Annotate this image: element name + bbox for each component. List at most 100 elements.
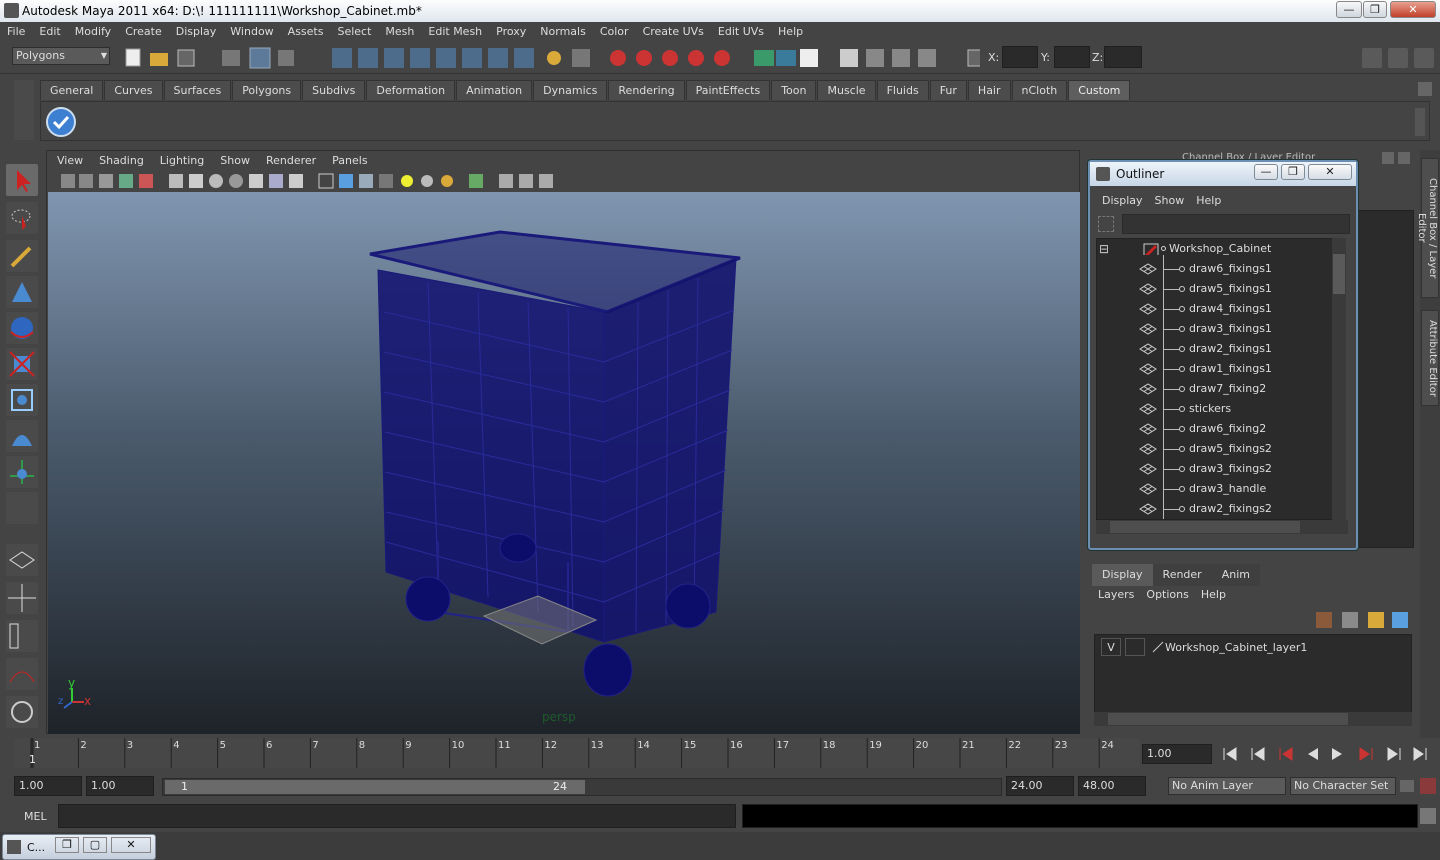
x-field[interactable] bbox=[1002, 46, 1038, 68]
time-slider[interactable]: 1 2 3 4 5 6 7 8 9 10 11 12 13 14 15 16 17 18 19 20 21 22 23 24 … bbox=[14, 738, 1140, 768]
layer-tab-render[interactable]: Render bbox=[1152, 564, 1212, 586]
outliner-item-row[interactable]: draw6_fixings1 bbox=[1097, 259, 1341, 279]
viewport-menu-lighting[interactable]: Lighting bbox=[152, 152, 212, 170]
outliner-item-row[interactable]: draw3_fixings1 bbox=[1097, 319, 1341, 339]
shelf-tab-painteffects[interactable]: PaintEffects bbox=[685, 80, 771, 100]
new-layer-icon[interactable] bbox=[1368, 612, 1384, 628]
menu-display[interactable]: Display bbox=[169, 22, 224, 42]
menu-assets[interactable]: Assets bbox=[281, 22, 331, 42]
outliner-close-button[interactable]: ✕ bbox=[1308, 164, 1352, 180]
shelf-tab-fluids[interactable]: Fluids bbox=[876, 80, 929, 100]
outliner-item-row[interactable]: stickers bbox=[1097, 399, 1341, 419]
range-slider[interactable]: 1 24 bbox=[162, 778, 1002, 796]
shelf-tab-surfaces[interactable]: Surfaces bbox=[163, 80, 232, 100]
shelf-tab-curves[interactable]: Curves bbox=[104, 80, 163, 100]
range-slider-handle[interactable] bbox=[165, 780, 585, 794]
outliner-horizontal-scrollbar[interactable] bbox=[1096, 520, 1348, 534]
layer-color-icon[interactable] bbox=[1151, 640, 1165, 654]
checkmark-icon[interactable] bbox=[45, 106, 77, 138]
layer-horizontal-scrollbar[interactable] bbox=[1094, 712, 1412, 726]
layer-tab-display[interactable]: Display bbox=[1092, 564, 1153, 586]
universal-manipulator-icon[interactable] bbox=[6, 384, 38, 416]
move-layer-up-icon[interactable] bbox=[1316, 612, 1332, 628]
menuset-dropdown[interactable]: Polygons ▼ bbox=[12, 47, 110, 65]
menu-modify[interactable]: Modify bbox=[68, 22, 118, 42]
shelf-tab-toon[interactable]: Toon bbox=[771, 80, 817, 100]
mel-label[interactable]: MEL bbox=[24, 810, 47, 823]
filter-icon[interactable] bbox=[1098, 216, 1114, 232]
outliner-item-row[interactable]: draw1_fixings1 bbox=[1097, 359, 1341, 379]
menu-window[interactable]: Window bbox=[223, 22, 280, 42]
shelf-menu-icon[interactable] bbox=[14, 80, 34, 140]
layer-menu-layers[interactable]: Layers bbox=[1094, 588, 1140, 601]
last-tool-slot[interactable] bbox=[6, 492, 38, 524]
outliner-minimize-button[interactable]: — bbox=[1254, 164, 1278, 180]
menu-edit-uvs[interactable]: Edit UVs bbox=[711, 22, 771, 42]
scroll-thumb[interactable] bbox=[1110, 521, 1300, 533]
current-time-field[interactable]: 1.00 bbox=[1142, 744, 1212, 764]
show-manipulator-icon[interactable] bbox=[6, 456, 38, 488]
z-field[interactable] bbox=[1104, 46, 1142, 68]
side-tab-channel-box[interactable]: Channel Box / Layer Editor bbox=[1416, 158, 1439, 298]
outliner-root-row[interactable]: ⊟ Workshop_Cabinet bbox=[1097, 239, 1341, 259]
command-input[interactable] bbox=[58, 804, 736, 828]
outliner-filter-input[interactable] bbox=[1122, 214, 1350, 234]
layer-visibility-toggle[interactable]: V bbox=[1101, 638, 1121, 656]
menu-create-uvs[interactable]: Create UVs bbox=[636, 22, 711, 42]
end-time-field[interactable]: 48.00 bbox=[1078, 776, 1146, 796]
key-icon[interactable] bbox=[1400, 780, 1414, 792]
maximize-button[interactable]: ❐ bbox=[1363, 1, 1387, 18]
rotate-tool-icon[interactable] bbox=[6, 312, 38, 344]
outliner-menu-help[interactable]: Help bbox=[1190, 192, 1227, 210]
collapse-icon[interactable]: ⊟ bbox=[1099, 239, 1109, 259]
side-tab-attribute-editor[interactable]: Attribute Editor bbox=[1421, 310, 1439, 406]
menu-color[interactable]: Color bbox=[593, 22, 636, 42]
layout-outliner-pane-icon[interactable] bbox=[6, 620, 38, 652]
outliner-vertical-scrollbar[interactable] bbox=[1332, 238, 1346, 520]
scroll-thumb[interactable] bbox=[1108, 713, 1348, 725]
playback-start-field[interactable]: 1.00 bbox=[86, 776, 154, 796]
shelf-tab-animation[interactable]: Animation bbox=[456, 80, 533, 100]
close-button[interactable]: ✕ bbox=[1390, 1, 1436, 18]
character-set-dropdown[interactable]: No Character Set bbox=[1290, 777, 1396, 795]
layer-tab-anim[interactable]: Anim bbox=[1211, 564, 1260, 586]
outliner-item-row[interactable]: draw6_fixing2 bbox=[1097, 419, 1341, 439]
menu-select[interactable]: Select bbox=[330, 22, 378, 42]
outliner-item-row[interactable]: draw5_fixings2 bbox=[1097, 439, 1341, 459]
outliner-item-row[interactable]: draw2_fixings1 bbox=[1097, 339, 1341, 359]
shelf-tab-polygons[interactable]: Polygons bbox=[232, 80, 302, 100]
toggle-channel-box-icon[interactable] bbox=[1414, 48, 1434, 68]
outliner-item-row[interactable]: draw3_fixings2 bbox=[1097, 459, 1341, 479]
lasso-tool-icon[interactable] bbox=[6, 202, 38, 234]
move-tool-icon[interactable] bbox=[6, 276, 38, 308]
shelf-tab-rendering[interactable]: Rendering bbox=[608, 80, 685, 100]
outliner-item-row[interactable]: draw7_fixing2 bbox=[1097, 379, 1341, 399]
outliner-menu-show[interactable]: Show bbox=[1149, 192, 1191, 210]
viewport-menu-renderer[interactable]: Renderer bbox=[258, 152, 324, 170]
close-icon[interactable]: ✕ bbox=[111, 837, 151, 853]
layout-single-pane-icon[interactable] bbox=[6, 544, 38, 576]
outliner-maximize-button[interactable]: ❐ bbox=[1281, 164, 1305, 180]
shelf-tab-hair[interactable]: Hair bbox=[967, 80, 1011, 100]
shelf-tab-ncloth[interactable]: nCloth bbox=[1011, 80, 1068, 100]
shelf-tab-subdivs[interactable]: Subdivs bbox=[302, 80, 366, 100]
layer-menu-help[interactable]: Help bbox=[1195, 588, 1232, 601]
menu-create[interactable]: Create bbox=[118, 22, 169, 42]
shelf-tab-general[interactable]: General bbox=[40, 80, 104, 100]
trash-icon[interactable] bbox=[1418, 82, 1432, 96]
shelf-scroll[interactable] bbox=[1415, 108, 1425, 136]
perspective-viewport[interactable]: y x z persp bbox=[48, 192, 1080, 734]
minimize-button[interactable]: — bbox=[1336, 1, 1362, 18]
playback-end-field[interactable]: 24.00 bbox=[1006, 776, 1074, 796]
move-layer-down-icon[interactable] bbox=[1342, 612, 1358, 628]
toggle-attribute-editor-icon[interactable] bbox=[1362, 48, 1382, 68]
menu-file[interactable]: File bbox=[0, 22, 32, 42]
shelf-tab-muscle[interactable]: Muscle bbox=[817, 80, 876, 100]
outliner-menu-display[interactable]: Display bbox=[1096, 192, 1149, 210]
scale-tool-icon[interactable] bbox=[6, 348, 38, 380]
menu-normals[interactable]: Normals bbox=[533, 22, 593, 42]
script-editor-button-icon[interactable] bbox=[1420, 808, 1436, 824]
menu-proxy[interactable]: Proxy bbox=[489, 22, 533, 42]
anim-layer-dropdown[interactable]: No Anim Layer bbox=[1168, 777, 1286, 795]
outliner-item-row[interactable]: draw4_fixings1 bbox=[1097, 299, 1341, 319]
